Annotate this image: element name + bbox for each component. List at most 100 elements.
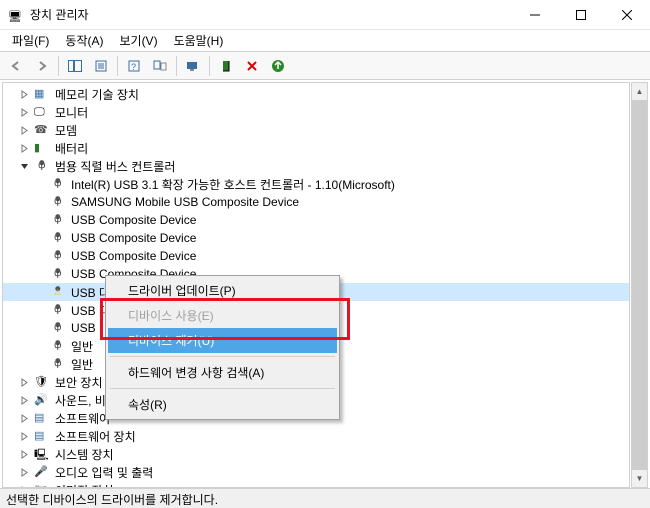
software-icon — [34, 410, 50, 426]
usb-icon — [50, 212, 66, 228]
tree-label: 소프트웨어 — [53, 410, 112, 427]
menu-file[interactable]: 파일(F) — [4, 30, 57, 51]
separator — [110, 388, 335, 389]
context-menu: 드라이버 업데이트(P) 디바이스 사용(E) 디바이스 제거(U) 하드웨어 … — [105, 275, 340, 420]
scan-hardware-button[interactable] — [181, 54, 205, 78]
window-controls — [512, 0, 650, 29]
ctx-update-driver[interactable]: 드라이버 업데이트(P) — [108, 278, 337, 303]
devices-button[interactable] — [148, 54, 172, 78]
tree-label: 배터리 — [53, 140, 90, 157]
separator — [110, 356, 335, 357]
tree-label: 보안 장치 — [53, 374, 105, 391]
usb-icon — [50, 194, 66, 210]
usb-icon — [50, 320, 66, 336]
maximize-button[interactable] — [558, 0, 604, 29]
tree-label: 사운드, 비 — [53, 392, 108, 409]
scroll-up-button[interactable]: ▲ — [632, 83, 647, 100]
tree-node-imaging[interactable]: 이미징 장치 — [3, 481, 629, 488]
expander-icon[interactable] — [17, 393, 31, 407]
scroll-down-button[interactable]: ▼ — [632, 470, 647, 487]
menu-help[interactable]: 도움말(H) — [166, 30, 232, 51]
tree-label: 일반 — [69, 338, 95, 355]
usb-icon — [50, 302, 66, 318]
tree-node-modem[interactable]: 모뎀 — [3, 121, 629, 139]
usb-icon — [50, 266, 66, 282]
tree-node-usb-child[interactable]: SAMSUNG Mobile USB Composite Device — [3, 193, 629, 211]
separator — [209, 56, 210, 76]
system-icon — [34, 446, 50, 462]
menubar: 파일(F) 동작(A) 보기(V) 도움말(H) — [0, 30, 650, 52]
shield-icon — [34, 374, 50, 390]
tree-node-usb-child[interactable]: Intel(R) USB 3.1 확장 가능한 호스트 컨트롤러 - 1.10(… — [3, 175, 629, 193]
monitor-icon — [34, 104, 50, 120]
modem-icon — [34, 122, 50, 138]
tree-label: Intel(R) USB 3.1 확장 가능한 호스트 컨트롤러 - 1.10(… — [69, 176, 397, 193]
statusbar: 선택한 디바이스의 드라이버를 제거합니다. — [0, 488, 650, 508]
tree-node-usb-controllers[interactable]: 범용 직렬 버스 컨트롤러 — [3, 157, 629, 175]
tree-node-system[interactable]: 시스템 장치 — [3, 445, 629, 463]
expander-icon[interactable] — [17, 105, 31, 119]
back-button[interactable] — [4, 54, 28, 78]
enable-button[interactable] — [214, 54, 238, 78]
expander-icon[interactable] — [17, 447, 31, 461]
uninstall-button[interactable] — [240, 54, 264, 78]
sound-icon — [34, 392, 50, 408]
toolbar: ? — [0, 52, 650, 80]
ctx-scan-hardware[interactable]: 하드웨어 변경 사항 검색(A) — [108, 360, 337, 385]
tree-node-audio-io[interactable]: 오디오 입력 및 출력 — [3, 463, 629, 481]
ctx-properties[interactable]: 속성(R) — [108, 392, 337, 417]
close-button[interactable] — [604, 0, 650, 29]
window-title: 장치 관리자 — [30, 6, 512, 23]
separator — [58, 56, 59, 76]
expander-icon[interactable] — [17, 123, 31, 137]
tree-label: 모니터 — [53, 104, 90, 121]
ctx-uninstall-device[interactable]: 디바이스 제거(U) — [108, 328, 337, 353]
titlebar: 장치 관리자 — [0, 0, 650, 30]
audio-icon — [34, 464, 50, 480]
menu-view[interactable]: 보기(V) — [111, 30, 165, 51]
software-icon — [34, 428, 50, 444]
tree-node-memory[interactable]: 메모리 기술 장치 — [3, 85, 629, 103]
usb-icon — [50, 248, 66, 264]
status-text: 선택한 디바이스의 드라이버를 제거합니다. — [6, 493, 218, 507]
tree-node-battery[interactable]: 배터리 — [3, 139, 629, 157]
tree-label: 일반 — [69, 356, 95, 373]
separator — [176, 56, 177, 76]
tree-label: 범용 직렬 버스 컨트롤러 — [53, 158, 177, 175]
tree-node-usb-child[interactable]: USB Composite Device — [3, 229, 629, 247]
scroll-thumb[interactable] — [632, 100, 647, 470]
expander-icon[interactable] — [17, 429, 31, 443]
expander-icon[interactable] — [17, 411, 31, 425]
forward-button[interactable] — [30, 54, 54, 78]
tree-label: USB Composite Device — [69, 231, 198, 245]
usb-icon — [34, 158, 50, 174]
usb-icon — [50, 338, 66, 354]
properties-button[interactable] — [89, 54, 113, 78]
tree-node-soft-device[interactable]: 소프트웨어 장치 — [3, 427, 629, 445]
memory-icon — [34, 86, 50, 102]
expander-icon[interactable] — [17, 141, 31, 155]
usb-icon — [50, 230, 66, 246]
menu-action[interactable]: 동작(A) — [57, 30, 111, 51]
usb-icon — [50, 356, 66, 372]
show-hide-tree-button[interactable] — [63, 54, 87, 78]
usb-icon — [50, 176, 66, 192]
tree-node-usb-child[interactable]: USB Composite Device — [3, 211, 629, 229]
svg-text:?: ? — [131, 62, 136, 72]
tree-node-usb-child[interactable]: USB Composite Device — [3, 247, 629, 265]
vertical-scrollbar[interactable]: ▲ ▼ — [631, 82, 648, 488]
app-icon — [8, 7, 24, 23]
tree-label: SAMSUNG Mobile USB Composite Device — [69, 195, 301, 209]
expander-icon[interactable] — [17, 375, 31, 389]
tree-label: 소프트웨어 장치 — [53, 428, 138, 445]
help-button[interactable]: ? — [122, 54, 146, 78]
usb-warning-icon — [50, 284, 66, 300]
tree-label: USB Composite Device — [69, 249, 198, 263]
minimize-button[interactable] — [512, 0, 558, 29]
tree-node-monitor[interactable]: 모니터 — [3, 103, 629, 121]
expander-icon[interactable] — [17, 87, 31, 101]
update-driver-button[interactable] — [266, 54, 290, 78]
expander-icon[interactable] — [17, 159, 31, 173]
expander-icon[interactable] — [17, 465, 31, 479]
ctx-enable-device[interactable]: 디바이스 사용(E) — [108, 303, 337, 328]
